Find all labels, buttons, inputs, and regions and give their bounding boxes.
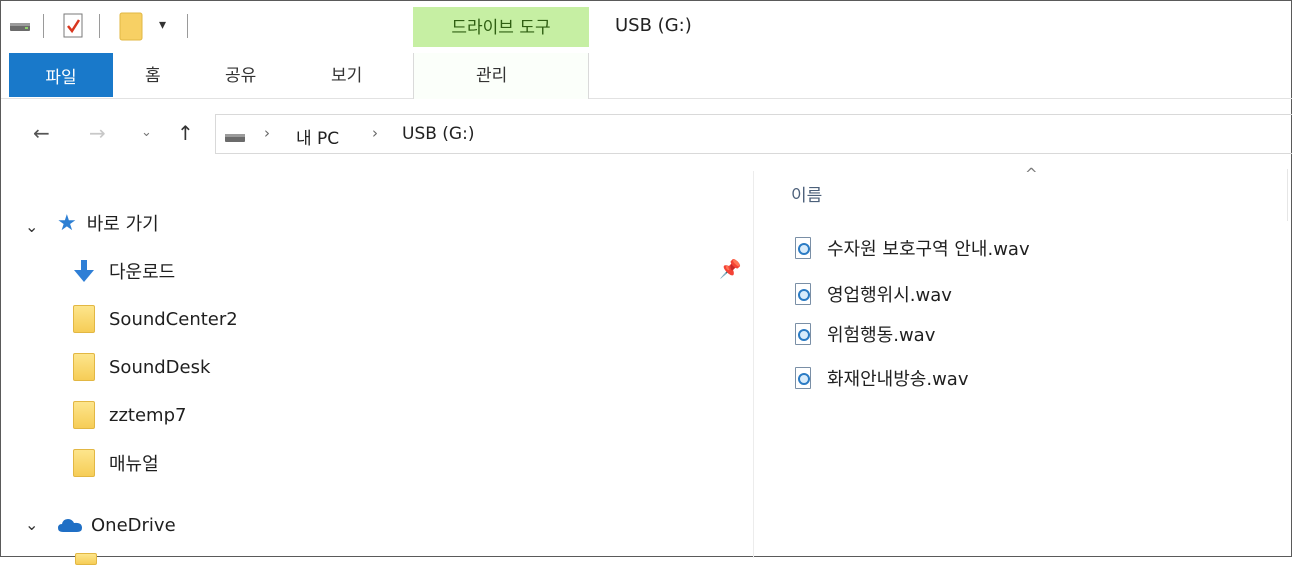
tab-manage[interactable]: 관리	[476, 61, 507, 86]
column-divider[interactable]	[1287, 169, 1288, 221]
expand-chevron-icon[interactable]: ⌄	[25, 217, 38, 236]
nav-item-manual[interactable]: 매뉴얼	[73, 445, 159, 481]
pane-divider[interactable]	[753, 171, 754, 558]
new-folder-icon[interactable]	[119, 11, 143, 41]
nav-item-label: 매뉴얼	[109, 454, 159, 475]
expand-chevron-icon[interactable]: ⌄	[25, 515, 38, 534]
folder-icon	[73, 449, 95, 477]
up-arrow-icon[interactable]: ↑	[177, 121, 194, 145]
tab-view[interactable]: 보기	[331, 61, 362, 86]
quick-access-item[interactable]: ★ 바로 가기	[57, 205, 159, 241]
tab-home[interactable]: 홈	[145, 61, 161, 86]
audio-file-icon	[795, 367, 811, 389]
star-icon: ★	[57, 210, 77, 236]
drive-icon	[224, 129, 246, 148]
title-bar: ▾ 드라이브 도구 USB (G:)	[1, 1, 1292, 47]
nav-item-label: SoundDesk	[109, 356, 211, 378]
breadcrumb-usb-drive[interactable]: USB (G:)	[402, 124, 474, 144]
audio-file-icon	[795, 237, 811, 259]
file-name: 위험행동.wav	[827, 325, 936, 346]
download-arrow-icon	[73, 259, 95, 283]
window-title: USB (G:)	[615, 15, 692, 36]
file-name: 영업행위시.wav	[827, 285, 952, 306]
address-bar[interactable]: › 내 PC › USB (G:)	[215, 114, 1292, 154]
nav-item-soundcenter2[interactable]: SoundCenter2	[73, 301, 238, 337]
audio-file-icon	[795, 283, 811, 305]
nav-item-label: 다운로드	[109, 262, 176, 283]
file-item[interactable]: 수자원 보호구역 안내.wav	[795, 233, 1030, 263]
nav-item-label: zztemp7	[109, 404, 187, 426]
folder-icon	[75, 553, 97, 565]
nav-item-sounddesk[interactable]: SoundDesk	[73, 349, 210, 385]
audio-file-icon	[795, 323, 811, 345]
explorer-window: ▾ 드라이브 도구 USB (G:) 파일 홈 공유 보기 관리 ← → ⌄ ↑…	[0, 0, 1292, 565]
pin-icon[interactable]: 📌	[719, 259, 741, 280]
context-tab-label: 드라이브 도구	[451, 18, 551, 38]
navigation-pane: ⌄ ★ 바로 가기 다운로드 SoundCenter2 SoundDesk zz…	[1, 171, 753, 565]
sort-ascending-icon: ^	[1025, 165, 1038, 183]
column-header-name[interactable]: 이름	[791, 181, 822, 206]
breadcrumb-separator[interactable]: ›	[372, 124, 378, 142]
nav-item-label: SoundCenter2	[109, 308, 238, 330]
file-item[interactable]: 영업행위시.wav	[795, 279, 952, 309]
folder-icon	[73, 353, 95, 381]
forward-arrow-icon[interactable]: →	[89, 121, 106, 145]
nav-item-label: OneDrive	[91, 514, 176, 536]
breadcrumb-separator[interactable]: ›	[264, 124, 270, 142]
drive-tools-context-tab: 드라이브 도구	[413, 7, 589, 47]
file-item[interactable]: 화재안내방송.wav	[795, 363, 969, 393]
nav-item-onedrive[interactable]: OneDrive	[57, 507, 176, 543]
breadcrumb-this-pc[interactable]: 내 PC	[296, 124, 339, 149]
customize-dropdown-icon[interactable]: ▾	[159, 17, 166, 33]
recent-locations-chevron-icon[interactable]: ⌄	[141, 125, 152, 140]
folder-icon	[73, 401, 95, 429]
tab-file[interactable]: 파일	[9, 53, 113, 97]
tab-share[interactable]: 공유	[225, 61, 256, 86]
nav-item-downloads[interactable]: 다운로드	[73, 253, 175, 289]
file-list: ^ 이름 수자원 보호구역 안내.wav 영업행위시.wav 위험행동.wav …	[755, 157, 1292, 558]
file-name: 수자원 보호구역 안내.wav	[827, 239, 1030, 260]
manage-tab-area: 관리	[413, 53, 589, 99]
folder-icon	[73, 305, 95, 333]
cloud-icon	[57, 517, 83, 533]
properties-checkmark-icon[interactable]	[63, 13, 85, 39]
drive-icon[interactable]	[9, 19, 31, 33]
ribbon-tabs: 파일 홈 공유 보기 관리	[1, 53, 1292, 99]
file-name: 화재안내방송.wav	[827, 369, 969, 390]
file-item[interactable]: 위험행동.wav	[795, 319, 935, 349]
navigation-bar: ← → ⌄ ↑ › 내 PC › USB (G:)	[1, 111, 1292, 157]
back-arrow-icon[interactable]: ←	[33, 121, 50, 145]
nav-item-zztemp7[interactable]: zztemp7	[73, 397, 186, 433]
quick-access-label: 바로 가기	[86, 214, 159, 235]
